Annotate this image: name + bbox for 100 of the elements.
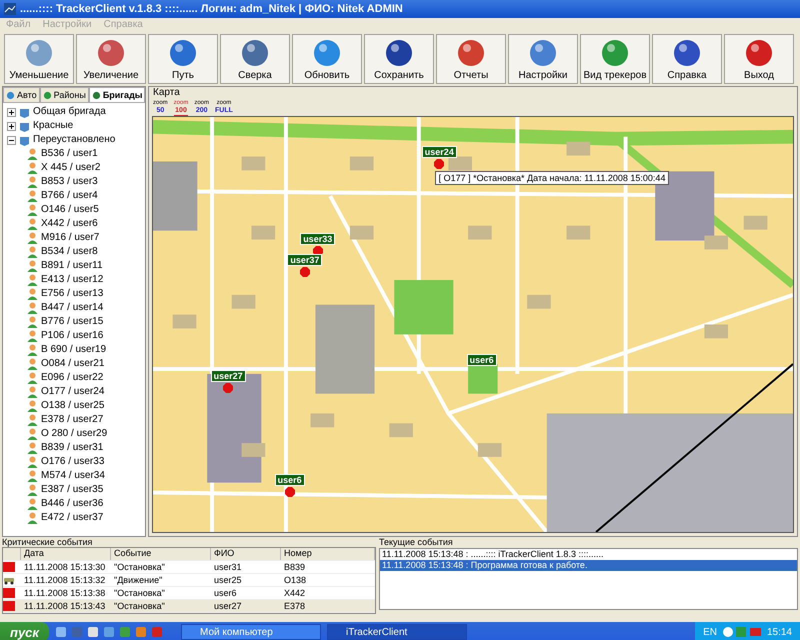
tree-item[interactable]: B891 / user11: [41, 259, 103, 273]
toolbar-button[interactable]: Справка: [652, 34, 722, 84]
tree-item[interactable]: E378 / user27: [41, 413, 104, 427]
toolbar-icon: [168, 38, 198, 68]
table-row[interactable]: 11.11.2008 15:13:43 "Остановка" user27 E378: [3, 600, 375, 613]
tree-item[interactable]: E413 / user12: [41, 273, 104, 287]
tree-item[interactable]: Красные: [33, 119, 74, 133]
toolbar-button[interactable]: Выход: [724, 34, 794, 84]
tree-item[interactable]: B 690 / user19: [41, 343, 106, 357]
column-header[interactable]: ФИО: [211, 548, 281, 560]
taskbar-button[interactable]: iTrackerClient: [327, 624, 467, 640]
tree-item[interactable]: E472 / user37: [41, 511, 104, 525]
tree-item[interactable]: E756 / user13: [41, 287, 104, 301]
tree-item[interactable]: B534 / user8: [41, 245, 98, 259]
tree-item[interactable]: O176 / user33: [41, 455, 104, 469]
tree-item[interactable]: O084 / user21: [41, 357, 104, 371]
toolbar-button[interactable]: Настройки: [508, 34, 578, 84]
toolbar-icon: [384, 38, 414, 68]
tree-item[interactable]: P106 / user16: [41, 329, 104, 343]
toolbar-button[interactable]: Вид трекеров: [580, 34, 650, 84]
tree-item[interactable]: X442 / user6: [41, 217, 98, 231]
person-icon: [27, 162, 38, 174]
tree-item[interactable]: B766 / user4: [41, 189, 98, 203]
group-title: Критические события: [2, 537, 94, 547]
marker-label[interactable]: user24: [422, 146, 457, 158]
toolbar-button[interactable]: Сверка: [220, 34, 290, 84]
toolbar-button[interactable]: Обновить: [292, 34, 362, 84]
tree-item[interactable]: Переустановлено: [33, 133, 116, 147]
building: [527, 294, 551, 309]
window-title: ......:::: TrackerClient v.1.8.3 ::::...... Логин: adm_Nitek | ФИО: Nitek ADMIN: [20, 3, 403, 15]
column-header[interactable]: Событие: [111, 548, 211, 560]
quick-launch-icon[interactable]: [55, 626, 67, 638]
tree-item[interactable]: E387 / user35: [41, 483, 104, 497]
tree-item[interactable]: O146 / user5: [41, 203, 99, 217]
toolbar-button[interactable]: Путь: [148, 34, 218, 84]
table-row[interactable]: 11.11.2008 15:13:30 "Остановка" user31 B839: [3, 561, 375, 574]
table-row[interactable]: 11.11.2008 15:13:32 "Движение" user25 O138: [3, 574, 375, 587]
tree-item[interactable]: M574 / user34: [41, 469, 105, 483]
person-icon: [27, 414, 38, 426]
building: [242, 443, 266, 457]
person-icon: [27, 330, 38, 342]
tree-item[interactable]: O138 / user25: [41, 399, 104, 413]
building: [704, 324, 728, 338]
marker-label[interactable]: user37: [287, 254, 322, 266]
tree-item[interactable]: X 445 / user2: [41, 161, 100, 175]
tree-item[interactable]: B446 / user36: [41, 497, 104, 511]
person-icon: [27, 358, 38, 370]
tree-item[interactable]: E096 / user22: [41, 371, 104, 385]
person-icon: [27, 204, 38, 216]
table-cell-text: 11.11.2008 15:13:32: [23, 575, 106, 585]
toolbar-button[interactable]: Сохранить: [364, 34, 434, 84]
collapse-icon[interactable]: [7, 136, 16, 144]
table-cell-text: "Остановка": [113, 588, 166, 598]
group-icon: [19, 106, 30, 118]
list-item[interactable]: 11.11.2008 15:13:48 : Программа готова к работе.: [380, 560, 797, 571]
toolbar-button[interactable]: Отчеты: [436, 34, 506, 84]
column-header[interactable]: Номер: [281, 548, 375, 560]
tab[interactable]: Районы: [40, 87, 89, 103]
tree-item[interactable]: B853 / user3: [41, 175, 98, 189]
tree-item[interactable]: O 280 / user29: [41, 427, 108, 441]
start-button[interactable]: пуск: [0, 622, 49, 640]
column-header[interactable]: Дата: [21, 548, 111, 560]
tree-item[interactable]: B839 / user31: [41, 441, 104, 455]
marker-label[interactable]: user27: [210, 370, 246, 382]
tab[interactable]: Авто: [3, 87, 40, 103]
toolbar-button[interactable]: Уменьшение: [4, 34, 74, 84]
tree-item[interactable]: M916 / user7: [41, 231, 100, 245]
group-icon: [19, 120, 30, 132]
person-icon: [27, 456, 38, 468]
quick-launch-icon[interactable]: [103, 626, 115, 638]
tree-item[interactable]: B776 / user15: [41, 315, 104, 329]
taskbar-button[interactable]: Мой компьютер: [181, 624, 321, 640]
quick-launch-icon[interactable]: [135, 626, 147, 638]
group-icon: [19, 134, 30, 146]
tree-item[interactable]: O177 / user24: [41, 385, 104, 399]
tooltip: [ O177 ] *Остановка* Дата начала: 11.11.2008 15:00:44: [434, 170, 670, 185]
person-icon: [27, 176, 38, 188]
tree-item[interactable]: Общая бригада: [33, 105, 106, 119]
quick-launch-icon[interactable]: [87, 626, 99, 638]
list-item[interactable]: 11.11.2008 15:13:48 : ......:::: iTrackerClient 1.8.3 ::::......: [380, 549, 797, 560]
expand-icon[interactable]: [7, 122, 16, 130]
toolbar-button[interactable]: Увеличение: [76, 34, 146, 84]
tray-icons[interactable]: [722, 626, 762, 638]
marker-label[interactable]: user33: [300, 233, 336, 246]
person-icon: [27, 372, 38, 384]
globe-icon: [42, 90, 52, 100]
person-icon: [27, 470, 38, 482]
toolbar-icon: [528, 38, 558, 68]
map[interactable]: user24 user33 user37 user6 user27 user6 [ O177 ] *Остановка* Дата начала: 11.11.2008 15:00:44: [152, 116, 794, 533]
table-cell-text: "Остановка": [113, 601, 166, 611]
expand-icon[interactable]: [7, 108, 16, 116]
tree-item[interactable]: B536 / user1: [41, 147, 98, 161]
table-cell-text: 11.11.2008 15:13:38: [23, 588, 106, 598]
tree-item[interactable]: B447 / user14: [41, 301, 104, 315]
person-icon: [27, 344, 38, 356]
person-icon: [27, 484, 38, 496]
column-header[interactable]: [3, 548, 21, 560]
tab[interactable]: Бригады: [88, 87, 146, 103]
table-cell-text: user6: [213, 588, 238, 598]
person-icon: [27, 218, 38, 230]
